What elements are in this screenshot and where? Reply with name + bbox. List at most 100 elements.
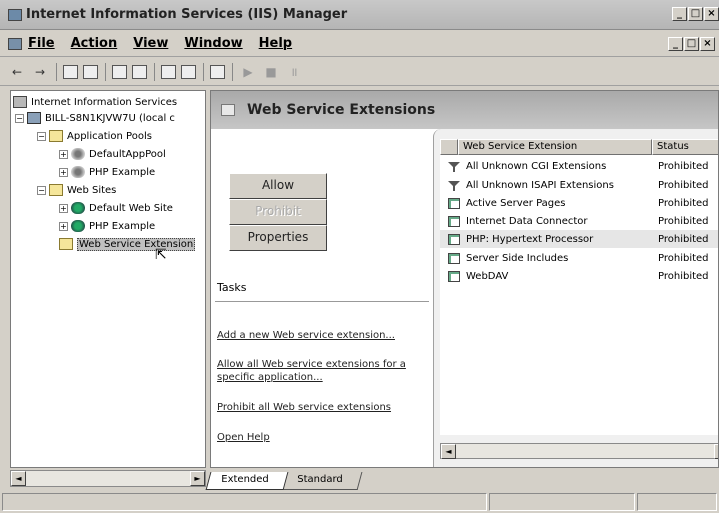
- tree-item-root[interactable]: Internet Information Services: [13, 94, 177, 110]
- menu-view[interactable]: View: [133, 36, 168, 51]
- filter-icon: [448, 161, 460, 172]
- web-site-icon: [71, 220, 85, 232]
- tasks-heading: Tasks: [217, 281, 247, 294]
- extension-icon: [448, 252, 460, 264]
- app-pool-icon: [71, 166, 85, 178]
- forward-icon[interactable]: →: [31, 63, 49, 81]
- list-item[interactable]: Server Side Includes Prohibited: [440, 249, 718, 267]
- back-icon[interactable]: ←: [8, 63, 26, 81]
- console-icon[interactable]: [8, 37, 22, 50]
- mdi-controls: _ □ ×: [667, 37, 715, 51]
- folder-icon: [49, 184, 63, 196]
- tree-item-web-service-extensions[interactable]: Web Service Extension: [59, 236, 196, 252]
- allow-button[interactable]: Allow: [229, 173, 327, 199]
- status-cell-secondary: [489, 493, 636, 511]
- status-cell-tertiary: [637, 493, 717, 511]
- tree-item-app-pools[interactable]: − Application Pools: [37, 128, 152, 144]
- iis-root-icon: [13, 96, 27, 108]
- extension-icon: [448, 215, 460, 227]
- expand-icon[interactable]: +: [59, 167, 68, 177]
- tree-horizontal-scrollbar[interactable]: ◄ ►: [10, 470, 206, 487]
- list-item[interactable]: Internet Data Connector Prohibited: [440, 212, 718, 230]
- collapse-icon[interactable]: −: [37, 185, 46, 195]
- mdi-minimize-button[interactable]: _: [668, 37, 683, 51]
- toolbar-separator: [203, 62, 204, 81]
- tree-item-server[interactable]: − BILL-S8N1KJVW7U (local c: [15, 110, 175, 126]
- minimize-button[interactable]: _: [672, 7, 687, 21]
- folder-icon: [49, 130, 63, 142]
- panel-header: Web Service Extensions: [211, 91, 718, 129]
- scroll-right-icon[interactable]: ►: [190, 471, 205, 486]
- toolbar-separator: [154, 62, 155, 81]
- extension-icon: [448, 270, 460, 282]
- help-icon[interactable]: [181, 64, 196, 79]
- task-open-help-link[interactable]: Open Help: [217, 431, 427, 444]
- folder-icon: [59, 238, 73, 250]
- tab-standard[interactable]: Standard: [281, 472, 362, 490]
- folder-icon: [221, 104, 235, 116]
- extensions-list-pane: Web Service Extension Status All Unknown…: [433, 129, 718, 467]
- tree-item-default-web-site[interactable]: + Default Web Site: [59, 200, 173, 216]
- list-item[interactable]: WebDAV Prohibited: [440, 267, 718, 285]
- mdi-restore-button[interactable]: □: [684, 37, 699, 51]
- extension-icon: [448, 233, 460, 245]
- task-add-extension-link[interactable]: Add a new Web service extension...: [217, 329, 427, 342]
- web-site-icon: [71, 202, 85, 214]
- task-prohibit-all-link[interactable]: Prohibit all Web service extensions: [217, 401, 427, 414]
- mdi-close-button[interactable]: ×: [700, 37, 715, 51]
- view-tabs: Extended Standard: [205, 470, 362, 490]
- toolbar-separator: [56, 62, 57, 81]
- scroll-right-icon[interactable]: ►: [714, 444, 718, 459]
- scroll-left-icon[interactable]: ◄: [441, 444, 456, 459]
- prohibit-button[interactable]: Prohibit: [229, 199, 327, 225]
- up-one-level-icon[interactable]: [63, 64, 78, 79]
- expand-icon[interactable]: +: [59, 149, 68, 159]
- maximize-button[interactable]: □: [688, 7, 703, 21]
- menu-file[interactable]: File: [28, 36, 55, 51]
- list-item[interactable]: All Unknown ISAPI Extensions Prohibited: [440, 176, 718, 194]
- play-icon[interactable]: ▶: [239, 63, 257, 81]
- refresh-icon[interactable]: [132, 64, 147, 79]
- expand-icon[interactable]: +: [59, 221, 68, 231]
- list-item[interactable]: All Unknown CGI Extensions Prohibited: [440, 157, 718, 175]
- collapse-icon[interactable]: −: [37, 131, 46, 141]
- computer-icon[interactable]: [210, 64, 225, 79]
- pause-icon[interactable]: ॥: [285, 63, 303, 81]
- menu-bar: File Action View Window Help _ □ ×: [0, 31, 719, 57]
- menu-action[interactable]: Action: [71, 36, 118, 51]
- expand-icon[interactable]: +: [59, 203, 68, 213]
- window-controls: _ □ ×: [671, 7, 719, 21]
- toolbar: ← → ▶ ■ ॥: [0, 58, 719, 86]
- list-item[interactable]: PHP: Hypertext Processor Prohibited: [440, 230, 718, 248]
- menu-window[interactable]: Window: [184, 36, 242, 51]
- title-bar: Internet Information Services (IIS) Mana…: [0, 0, 719, 30]
- tab-extended[interactable]: Extended: [205, 472, 288, 490]
- icon-column-header[interactable]: [440, 139, 458, 155]
- tasks-divider: [215, 301, 429, 302]
- properties-icon[interactable]: [112, 64, 127, 79]
- list-horizontal-scrollbar[interactable]: ◄ ►: [440, 443, 718, 459]
- export-list-icon[interactable]: [161, 64, 176, 79]
- menu-help[interactable]: Help: [259, 36, 292, 51]
- tree-item-default-app-pool[interactable]: + DefaultAppPool: [59, 146, 166, 162]
- tree-item-php-site[interactable]: + PHP Example: [59, 218, 155, 234]
- window-title: Internet Information Services (IIS) Mana…: [26, 7, 348, 22]
- collapse-icon[interactable]: −: [15, 113, 24, 123]
- app-pool-icon: [71, 148, 85, 160]
- console-tree[interactable]: Internet Information Services − BILL-S8N…: [10, 90, 206, 468]
- scroll-left-icon[interactable]: ◄: [11, 471, 26, 486]
- tree-item-php-pool[interactable]: + PHP Example: [59, 164, 155, 180]
- properties-button[interactable]: Properties: [229, 225, 327, 251]
- column-header-extension[interactable]: Web Service Extension: [458, 139, 652, 155]
- extensions-list[interactable]: Web Service Extension Status All Unknown…: [440, 139, 718, 435]
- show-hide-tree-icon[interactable]: [83, 64, 98, 79]
- details-pane: Web Service Extensions Allow Prohibit Pr…: [210, 90, 719, 468]
- panel-title: Web Service Extensions: [247, 102, 436, 118]
- stop-icon[interactable]: ■: [262, 63, 280, 81]
- extension-icon: [448, 197, 460, 209]
- task-allow-all-link[interactable]: Allow all Web service extensions for a s…: [217, 358, 427, 384]
- close-button[interactable]: ×: [704, 7, 719, 21]
- column-header-status[interactable]: Status: [652, 139, 718, 155]
- tree-item-web-sites[interactable]: − Web Sites: [37, 182, 116, 198]
- list-item[interactable]: Active Server Pages Prohibited: [440, 194, 718, 212]
